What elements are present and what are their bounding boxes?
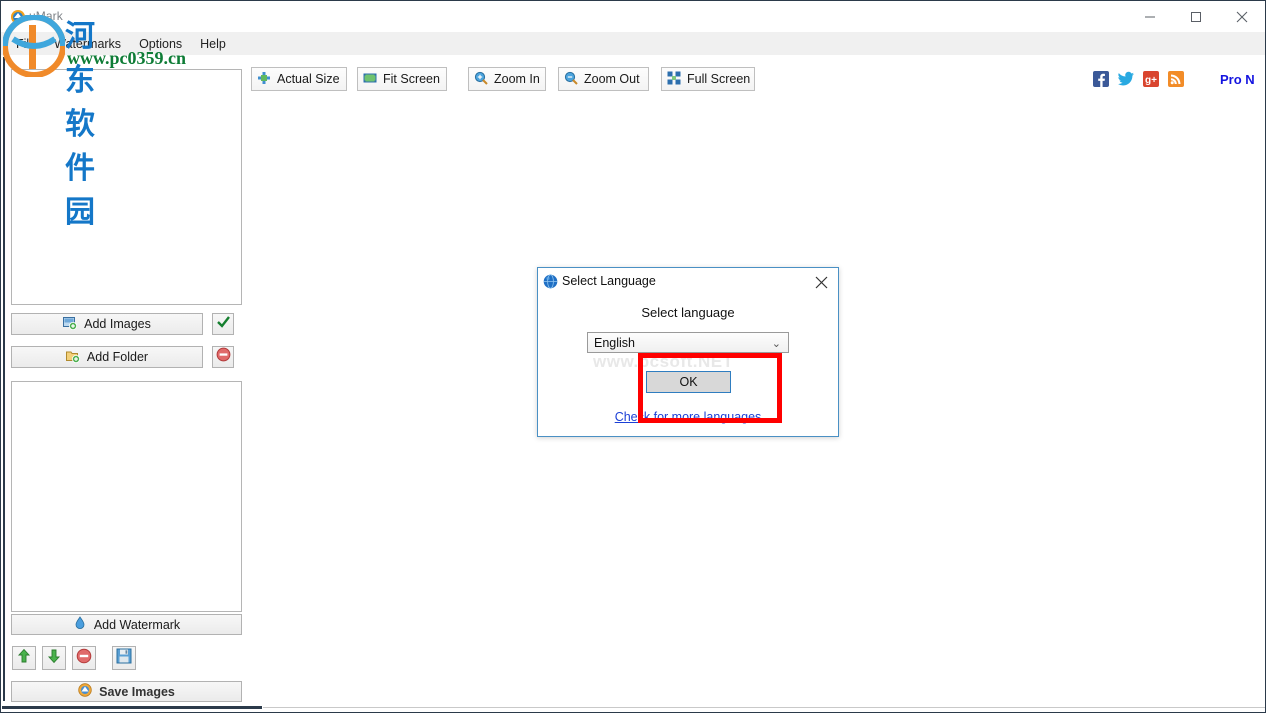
language-select[interactable]: English ⌄ <box>587 332 789 353</box>
full-screen-icon <box>667 71 681 88</box>
social-links: g+ <box>1093 71 1184 87</box>
zoom-in-icon <box>474 71 488 88</box>
add-images-label: Add Images <box>84 317 151 331</box>
title-bar: uMark <box>1 1 1265 33</box>
full-screen-button[interactable]: Full Screen <box>661 67 755 91</box>
status-bar <box>263 707 1265 708</box>
umark-app-icon <box>10 9 26 25</box>
menu-item-watermarks[interactable]: Watermarks <box>45 35 130 53</box>
dialog-title: Select Language <box>562 274 656 288</box>
remove-image-button[interactable] <box>212 346 234 368</box>
move-watermark-up-button[interactable] <box>12 646 36 670</box>
ok-button[interactable]: OK <box>646 371 731 393</box>
google-plus-icon[interactable]: g+ <box>1143 71 1159 87</box>
add-watermark-label: Add Watermark <box>94 618 180 632</box>
arrow-up-icon <box>16 648 32 669</box>
check-more-languages-link[interactable]: Check for more languages <box>538 410 838 424</box>
add-folder-label: Add Folder <box>87 350 148 364</box>
full-screen-label: Full Screen <box>687 72 750 86</box>
remove-icon <box>76 648 92 669</box>
svg-text:g+: g+ <box>1145 75 1157 86</box>
application-window: uMark File Watermarks Options Help <box>0 0 1266 713</box>
watermark-icon <box>73 616 87 633</box>
panel-splitter[interactable] <box>2 706 262 709</box>
chevron-down-icon: ⌄ <box>772 337 781 350</box>
floppy-disk-icon <box>116 648 132 669</box>
close-button[interactable] <box>1219 1 1265 32</box>
menu-item-file[interactable]: File <box>7 35 45 53</box>
add-images-button[interactable]: Add Images <box>11 313 203 335</box>
dialog-title-bar: Select Language <box>538 268 838 296</box>
rss-icon[interactable] <box>1168 71 1184 87</box>
confirm-selection-button[interactable] <box>212 313 234 335</box>
select-language-dialog: Select Language Select language English … <box>537 267 839 437</box>
arrow-down-icon <box>46 648 62 669</box>
zoom-out-button[interactable]: Zoom Out <box>558 67 649 91</box>
actual-size-label: Actual Size <box>277 72 340 86</box>
add-folder-icon <box>66 349 80 366</box>
close-icon[interactable] <box>810 272 832 292</box>
zoom-out-icon <box>564 71 578 88</box>
menu-item-help[interactable]: Help <box>191 35 235 53</box>
zoom-out-label: Zoom Out <box>584 72 640 86</box>
actual-size-button[interactable]: Actual Size <box>251 67 347 91</box>
select-language-label: Select language <box>538 305 838 320</box>
remove-watermark-button[interactable] <box>72 646 96 670</box>
pro-label[interactable]: Pro N <box>1220 72 1264 87</box>
facebook-icon[interactable] <box>1093 71 1109 87</box>
menu-item-options[interactable]: Options <box>130 35 191 53</box>
check-icon <box>216 314 231 334</box>
language-select-value: English <box>594 336 635 350</box>
save-images-icon <box>78 683 92 700</box>
dialog-background-watermark: www.pcsoft.NET <box>593 352 734 372</box>
zoom-in-button[interactable]: Zoom In <box>468 67 546 91</box>
window-title: uMark <box>29 9 63 23</box>
fit-screen-button[interactable]: Fit Screen <box>357 67 447 91</box>
fit-screen-icon <box>363 71 377 88</box>
remove-icon <box>216 347 231 367</box>
save-images-button[interactable]: Save Images <box>11 681 242 702</box>
window-controls <box>1127 1 1265 32</box>
twitter-icon[interactable] <box>1118 71 1134 87</box>
add-watermark-button[interactable]: Add Watermark <box>11 614 242 635</box>
save-images-label: Save Images <box>99 685 175 699</box>
panel-divider <box>3 57 5 701</box>
images-list[interactable] <box>11 69 242 305</box>
maximize-button[interactable] <box>1173 1 1219 32</box>
globe-icon <box>543 274 558 289</box>
move-watermark-down-button[interactable] <box>42 646 66 670</box>
minimize-button[interactable] <box>1127 1 1173 32</box>
save-watermark-button[interactable] <box>112 646 136 670</box>
fit-screen-label: Fit Screen <box>383 72 440 86</box>
actual-size-icon <box>257 71 271 88</box>
watermarks-list[interactable] <box>11 381 242 612</box>
zoom-in-label: Zoom In <box>494 72 540 86</box>
add-folder-button[interactable]: Add Folder <box>11 346 203 368</box>
menu-bar: File Watermarks Options Help <box>1 32 1265 55</box>
add-image-icon <box>63 316 77 333</box>
